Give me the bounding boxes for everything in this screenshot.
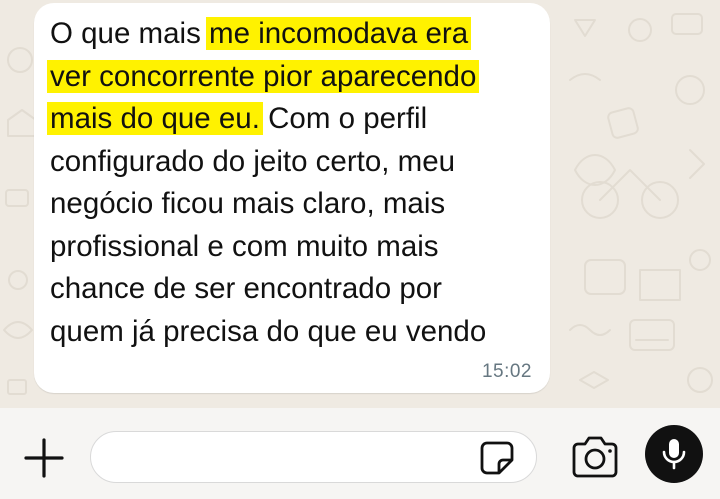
message-text-segment: quem já precisa do que eu vendo	[50, 314, 487, 348]
composer-bar	[0, 408, 720, 499]
camera-icon[interactable]	[570, 435, 620, 479]
sticker-icon[interactable]	[479, 440, 515, 476]
highlighted-text: me incomodava era	[206, 17, 472, 50]
message-text-segment: Com o perfil	[259, 102, 428, 135]
message-input[interactable]	[90, 431, 537, 483]
microphone-button[interactable]	[645, 425, 703, 483]
message-text: O que mais me incomodava era ver concorre…	[47, 13, 540, 353]
microphone-icon	[662, 439, 686, 470]
highlighted-text: mais do que eu.	[47, 102, 263, 135]
message-text-segment: chance de ser encontrado por	[50, 272, 442, 305]
plus-icon[interactable]	[22, 436, 66, 480]
message-bubble[interactable]: O que mais me incomodava era ver concorre…	[34, 3, 550, 393]
message-text-segment: O que mais	[50, 17, 210, 50]
message-timestamp: 15:02	[481, 361, 532, 382]
message-text-segment: profissional e com muito mais	[50, 229, 439, 263]
highlighted-text: ver concorrente pior aparecendo	[47, 59, 480, 93]
message-text-segment: configurado do jeito certo, meu	[50, 144, 456, 178]
message-text-segment: negócio ficou mais claro, mais	[50, 187, 446, 220]
